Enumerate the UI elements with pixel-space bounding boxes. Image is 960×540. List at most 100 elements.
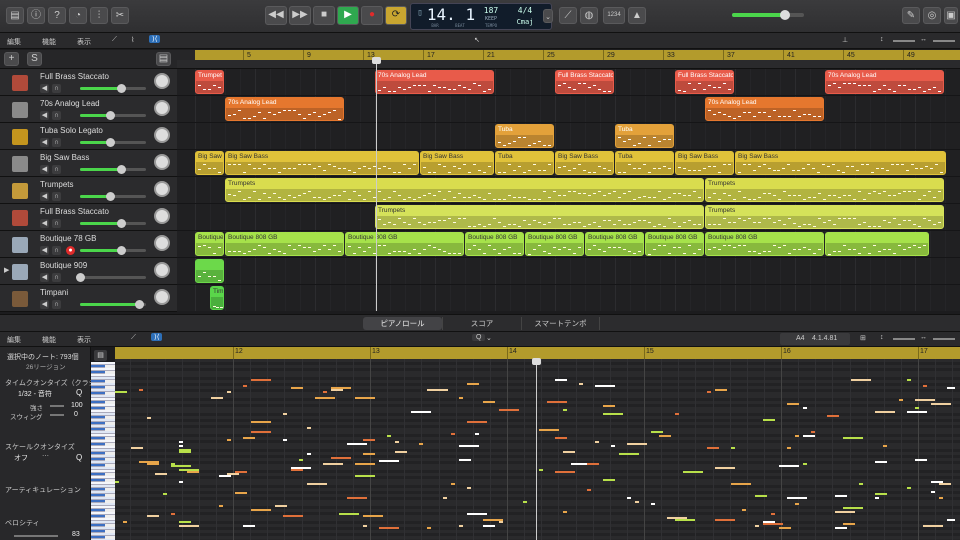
track-header[interactable]: Boutique 909 ◀ ∩ ▶ <box>0 258 177 285</box>
midi-region[interactable]: 70s Analog Lead <box>225 97 344 121</box>
midi-note[interactable] <box>875 497 879 499</box>
midi-note[interactable] <box>907 379 911 381</box>
track-name[interactable]: Trumpets <box>40 180 74 189</box>
midi-note[interactable] <box>803 463 807 465</box>
menu-edit[interactable]: 編集 <box>7 37 21 47</box>
forward-button[interactable]: ▶▶ <box>289 6 311 25</box>
midi-note[interactable] <box>355 463 375 465</box>
add-track-button[interactable]: + <box>4 52 19 66</box>
midi-note[interactable] <box>915 407 919 409</box>
count-in-button[interactable]: 1234 <box>603 7 625 24</box>
editor-automation-icon[interactable]: ⟋ <box>131 334 136 342</box>
midi-note[interactable] <box>331 389 343 391</box>
midi-note[interactable] <box>419 443 423 445</box>
midi-region[interactable]: Tuba <box>615 151 674 175</box>
help-icon[interactable]: ? <box>48 7 66 24</box>
midi-note[interactable] <box>883 445 887 447</box>
track-name[interactable]: Tuba Solo Legato <box>40 126 103 135</box>
midi-note[interactable] <box>755 495 767 497</box>
midi-note[interactable] <box>835 527 847 529</box>
track-name[interactable]: Timpani <box>40 288 68 297</box>
midi-note[interactable] <box>275 505 287 507</box>
midi-note[interactable] <box>467 487 471 489</box>
midi-note[interactable] <box>139 389 143 391</box>
instrument-icon[interactable] <box>12 75 28 91</box>
midi-region[interactable]: Boutique 808 GB <box>525 232 584 256</box>
midi-note[interactable] <box>323 391 327 393</box>
cycle-button[interactable]: ⟳ <box>385 6 407 25</box>
midi-note[interactable] <box>147 515 159 517</box>
editor-snap-select[interactable]: Q <box>472 334 486 341</box>
info-icon[interactable]: ⓘ <box>27 7 45 24</box>
pan-knob[interactable] <box>154 208 170 224</box>
midi-note[interactable] <box>915 399 935 401</box>
volume-knob[interactable] <box>76 273 85 282</box>
pan-knob[interactable] <box>154 100 170 116</box>
editor-menu-functions[interactable]: 機能 <box>42 335 56 345</box>
midi-region[interactable]: Trumpet <box>195 70 224 94</box>
midi-note[interactable] <box>603 479 615 481</box>
scale-type-select[interactable]: ⋯ <box>42 452 49 460</box>
volume-fader[interactable] <box>80 84 146 93</box>
midi-note[interactable] <box>499 409 519 411</box>
automation-icon[interactable]: ⟋ <box>112 36 117 44</box>
track-name[interactable]: 70s Analog Lead <box>40 99 100 108</box>
flex-icon[interactable]: ⌇ <box>131 36 134 44</box>
mute-icon[interactable]: ◀ <box>40 165 49 174</box>
midi-region[interactable]: 70s Analog Lead <box>375 70 494 94</box>
instrument-icon[interactable] <box>12 210 28 226</box>
midi-region[interactable]: Trumpets <box>225 178 704 202</box>
midi-note[interactable] <box>283 515 303 517</box>
midi-note[interactable] <box>659 435 671 437</box>
midi-note[interactable] <box>459 525 463 527</box>
midi-note[interactable] <box>171 465 191 467</box>
midi-note[interactable] <box>155 473 167 475</box>
midi-note[interactable] <box>915 459 927 461</box>
midi-note[interactable] <box>947 387 955 389</box>
midi-note[interactable] <box>379 527 399 529</box>
midi-note[interactable] <box>355 397 375 399</box>
midi-note[interactable] <box>211 397 223 399</box>
volume-knob[interactable] <box>105 138 115 147</box>
library-icon[interactable]: ▤ <box>6 7 24 24</box>
midi-note[interactable] <box>307 453 311 455</box>
notepad-icon[interactable]: ✎ <box>902 7 920 24</box>
midi-note[interactable] <box>179 449 191 451</box>
midi-note[interactable] <box>683 471 703 473</box>
midi-note[interactable] <box>363 515 383 517</box>
headphones-icon[interactable]: ∩ <box>52 192 61 201</box>
mute-icon[interactable]: ◀ <box>40 273 49 282</box>
editor-vzoom-slider[interactable] <box>893 338 915 340</box>
midi-note[interactable] <box>555 471 575 473</box>
midi-note[interactable] <box>587 489 591 491</box>
midi-note[interactable] <box>939 483 951 485</box>
midi-note[interactable] <box>539 429 559 431</box>
midi-note[interactable] <box>147 417 151 419</box>
volume-knob[interactable] <box>116 165 126 174</box>
headphones-icon[interactable]: ∩ <box>52 138 61 147</box>
midi-note[interactable] <box>459 397 463 399</box>
track-header[interactable]: Big Saw Bass ◀ ∩ <box>0 150 177 177</box>
midi-note[interactable] <box>219 475 231 477</box>
bar-ruler[interactable]: 15913172125293337414549 <box>183 50 960 60</box>
midi-note[interactable] <box>579 383 583 385</box>
midi-note[interactable] <box>115 481 119 483</box>
track-header[interactable]: 70s Analog Lead ◀ ∩ <box>0 96 177 123</box>
midi-note[interactable] <box>827 415 839 417</box>
midi-note[interactable] <box>547 401 567 403</box>
midi-note[interactable] <box>675 519 695 521</box>
swing-value[interactable]: 0 <box>74 411 78 418</box>
midi-region[interactable]: 70s Analog Lead <box>705 97 824 121</box>
midi-note[interactable] <box>451 433 455 435</box>
midi-note[interactable] <box>875 411 895 413</box>
midi-note[interactable] <box>467 513 487 515</box>
midi-note[interactable] <box>459 445 479 447</box>
track-name[interactable]: Full Brass Staccato <box>40 207 109 216</box>
mute-icon[interactable]: ◀ <box>40 192 49 201</box>
midi-note[interactable] <box>651 503 655 505</box>
midi-note[interactable] <box>395 451 407 453</box>
vertical-zoom-icon[interactable]: ↕ <box>880 36 884 43</box>
midi-note[interactable] <box>467 421 487 423</box>
midi-note[interactable] <box>499 521 503 523</box>
midi-note[interactable] <box>307 483 327 485</box>
